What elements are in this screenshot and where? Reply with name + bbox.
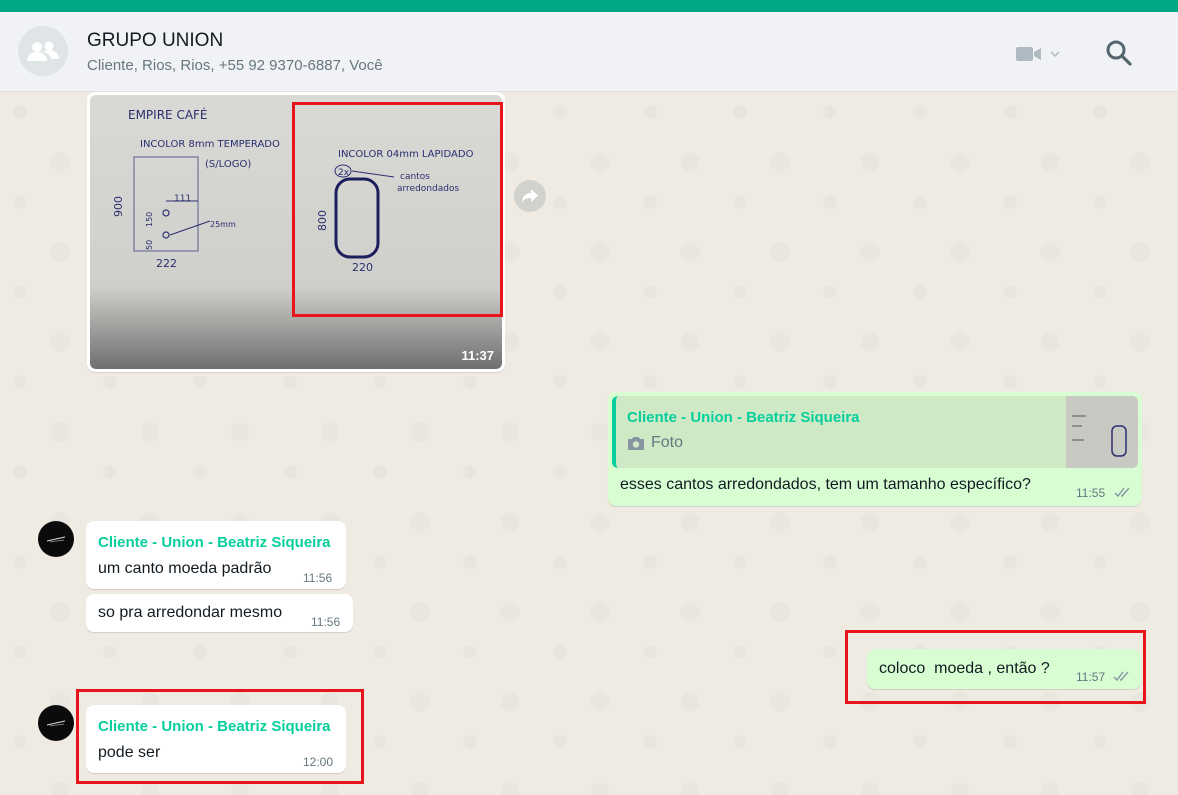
sketch-title: EMPIRE CAFÉ [128,107,208,122]
message-time: 11:56 [311,615,341,629]
search-button[interactable] [1104,38,1134,68]
quoted-message[interactable]: Cliente - Union - Beatriz Siqueira Foto [612,396,1138,468]
message-text: so pra arredondar mesmo [98,604,283,621]
sketch-dim-b: 150 [145,212,154,227]
sketch-left-sub: (S/LOGO) [205,159,251,170]
sketch-left-width: 222 [156,257,177,270]
sender-avatar[interactable] [38,705,74,741]
message-text: esses cantos arredondados, tem um tamanh… [620,476,1031,493]
quoted-sender: Cliente - Union - Beatriz Siqueira [627,409,860,426]
sketch-left-label: INCOLOR 8mm TEMPERADO [140,139,280,150]
highlight-box-sketch [292,102,503,317]
message-time: 11:56 [303,571,333,585]
chat-participants: Cliente, Rios, Rios, +55 92 9370-6887, V… [87,57,383,74]
forward-icon [522,189,538,203]
sender-name[interactable]: Cliente - Union - Beatriz Siqueira [98,534,331,551]
sketch-left-height: 900 [112,196,125,217]
read-ticks-icon [1114,487,1130,498]
quoted-type: Foto [627,434,683,452]
chevron-down-icon [1050,51,1060,58]
incoming-message[interactable]: Cliente - Union - Beatriz Siqueira um ca… [86,521,346,589]
sender-avatar[interactable] [38,521,74,557]
group-avatar-icon[interactable] [18,26,68,76]
message-time: 11:55 [1076,486,1106,500]
video-call-button[interactable] [1016,40,1068,68]
quoted-type-label: Foto [651,434,684,451]
top-accent-bar [0,0,1178,12]
forward-button[interactable] [514,180,546,212]
highlight-box-question [845,630,1146,704]
video-call-icon [1016,47,1041,61]
chat-title[interactable]: GRUPO UNION [87,30,223,52]
highlight-box-answer [76,689,364,784]
search-icon [1106,40,1132,66]
chat-header[interactable]: GRUPO UNION Cliente, Rios, Rios, +55 92 … [0,12,1178,92]
message-text: um canto moeda padrão [98,560,272,577]
quoted-thumbnail [1066,396,1138,468]
sketch-hole: 25mm [210,220,236,229]
outgoing-reply-message[interactable]: Cliente - Union - Beatriz Siqueira Foto … [608,392,1142,506]
sketch-dim-c: 50 [145,240,154,250]
message-time: 11:37 [461,348,494,363]
incoming-message[interactable]: so pra arredondar mesmo 11:56 [86,594,353,632]
sketch-dim-a: 111 [174,194,191,204]
camera-icon [628,436,644,450]
